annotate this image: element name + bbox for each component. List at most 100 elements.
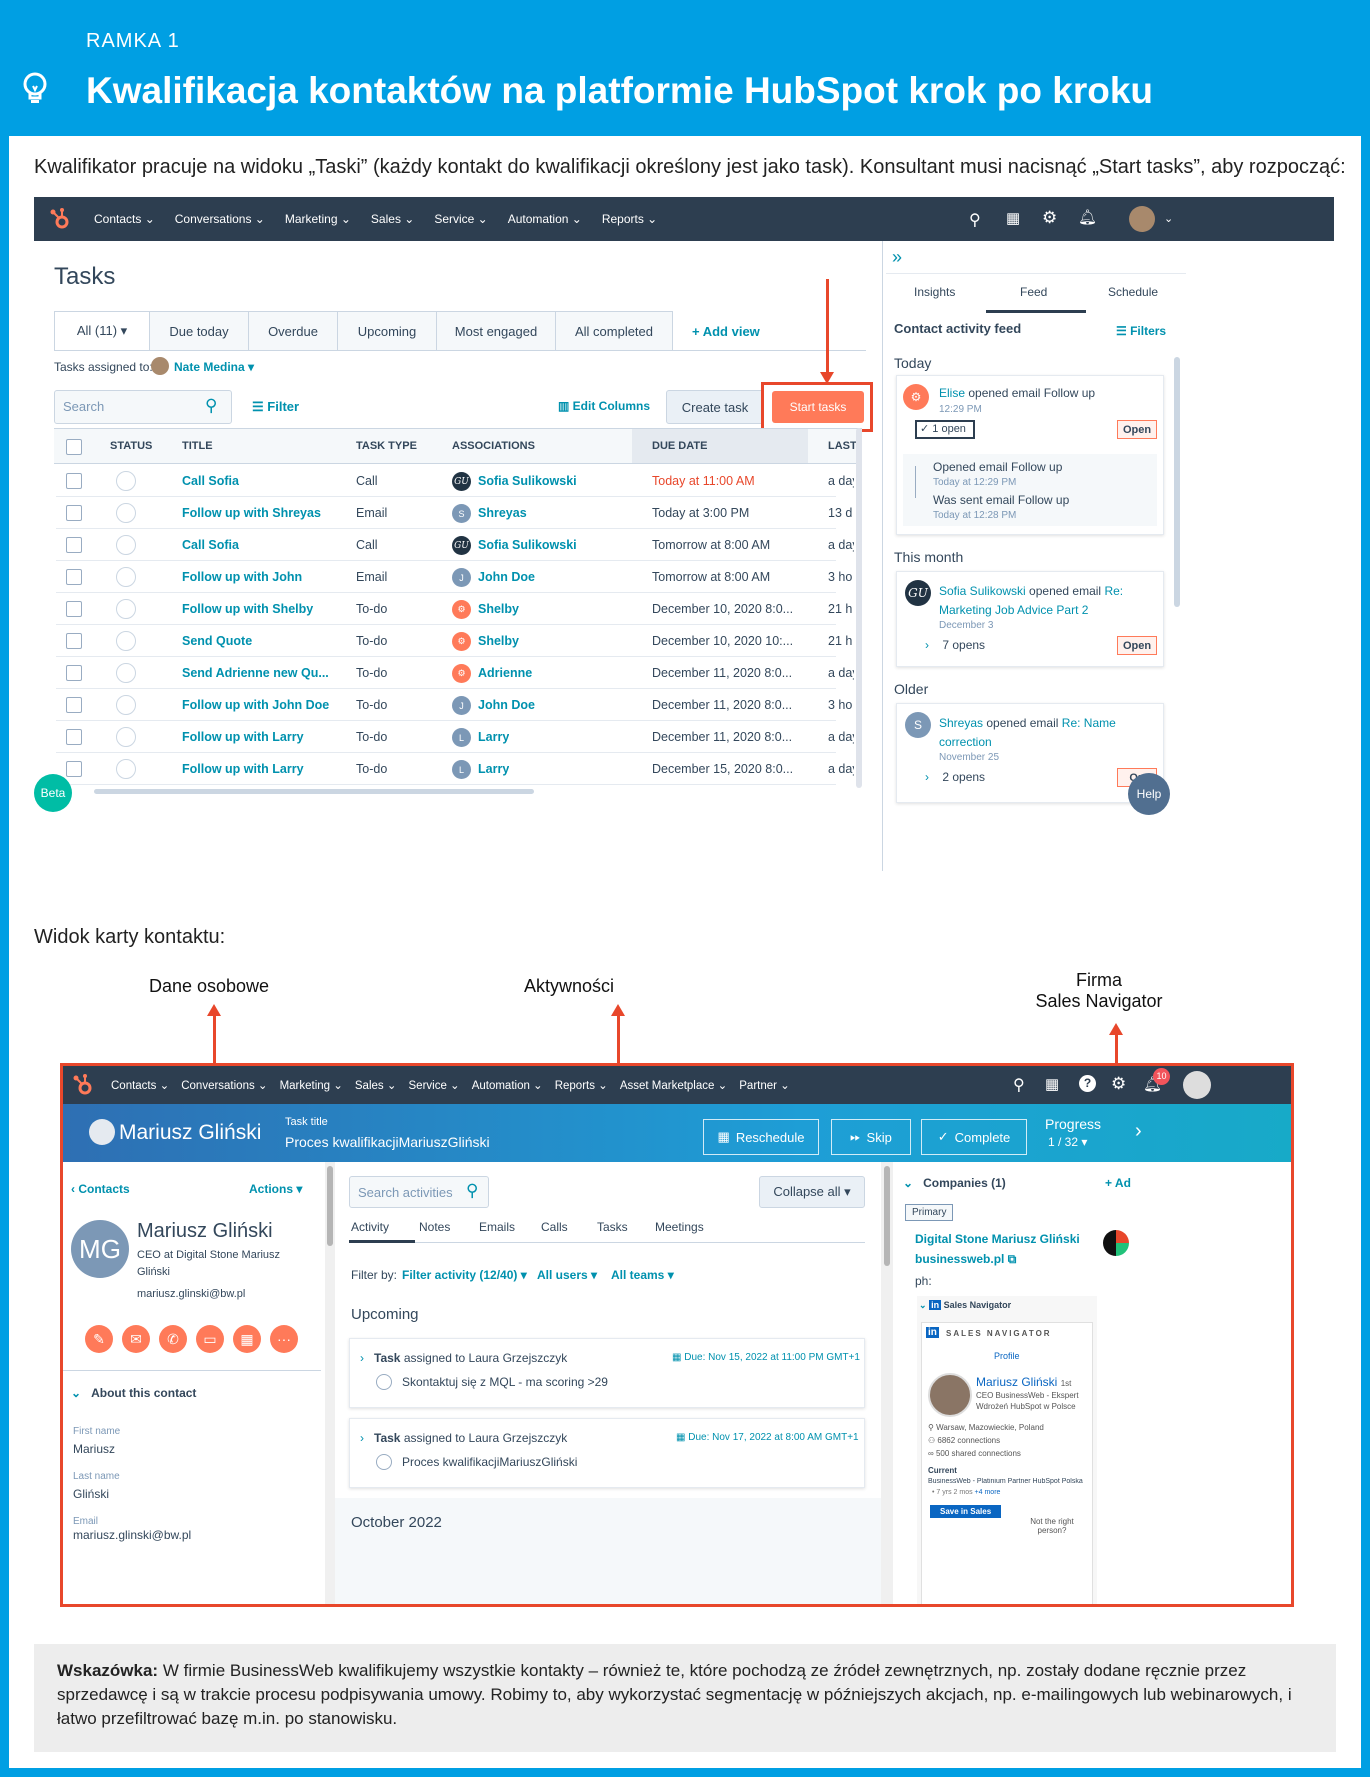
opens-toggle[interactable]: › 7 opens: [925, 638, 985, 652]
status-circle-icon[interactable]: [116, 535, 136, 555]
filter-activity-dropdown[interactable]: Filter activity (12/40) ▾: [402, 1268, 527, 1282]
chevron-right-icon[interactable]: ›: [1135, 1120, 1142, 1143]
row-checkbox[interactable]: [66, 569, 82, 585]
task-title-link[interactable]: Follow up with Shreyas: [182, 506, 352, 520]
association-link[interactable]: Adrienne: [478, 666, 532, 680]
task-title-link[interactable]: Follow up with Shelby: [182, 602, 352, 616]
activity-tab[interactable]: Tasks: [597, 1220, 628, 1234]
sales-nav-toggle[interactable]: ⌄ in Sales Navigator: [919, 1300, 1011, 1311]
task-title-link[interactable]: Send Adrienne new Qu...: [182, 666, 352, 680]
association-link[interactable]: Sofia Sulikowski: [478, 474, 577, 488]
email-field[interactable]: mariusz.glinski@bw.pl: [73, 1528, 191, 1542]
activity-tab[interactable]: Emails: [479, 1220, 515, 1234]
avatar[interactable]: [1129, 206, 1155, 232]
tab-view[interactable]: All completed: [555, 311, 673, 351]
task-title-link[interactable]: Follow up with Larry: [182, 730, 352, 744]
tab-view[interactable]: Overdue: [248, 311, 338, 351]
task-title-link[interactable]: Call Sofia: [182, 474, 352, 488]
opens-toggle[interactable]: › 2 opens: [925, 770, 985, 784]
status-circle-icon[interactable]: [116, 727, 136, 747]
status-circle-icon[interactable]: [116, 471, 136, 491]
nav-item[interactable]: Marketing ⌄: [285, 212, 351, 226]
complete-checkbox[interactable]: [376, 1454, 392, 1470]
search-icon[interactable]: ⚲: [969, 210, 981, 230]
profile-tab[interactable]: Profile: [994, 1351, 1020, 1361]
nav-item[interactable]: Sales ⌄: [371, 212, 414, 226]
task-title-link[interactable]: Follow up with John Doe: [182, 698, 352, 712]
status-circle-icon[interactable]: [116, 567, 136, 587]
double-chevron-right-icon[interactable]: »: [892, 247, 902, 268]
nav-item[interactable]: Service ⌄: [409, 1078, 460, 1092]
tab-view[interactable]: Most engaged: [436, 311, 556, 351]
task-card[interactable]: › Task assigned to Laura Grzejszczyk ▦ D…: [349, 1418, 865, 1488]
status-circle-icon[interactable]: [116, 599, 136, 619]
task-card[interactable]: › Task assigned to Laura Grzejszczyk ▦ D…: [349, 1338, 865, 1408]
more-icon[interactable]: ···: [270, 1325, 298, 1353]
nav-item[interactable]: Contacts ⌄: [111, 1078, 169, 1092]
bell-icon[interactable]: 🔔︎: [1078, 208, 1097, 226]
tab-view[interactable]: All (11) ▾: [54, 311, 150, 351]
nav-item[interactable]: Conversations ⌄: [175, 212, 265, 226]
task-icon[interactable]: ▭: [196, 1325, 224, 1353]
column-header[interactable]: ASSOCIATIONS: [452, 440, 535, 452]
create-task-button[interactable]: Create task: [666, 390, 764, 424]
last-name-field[interactable]: Gliński: [73, 1487, 109, 1501]
side-tab[interactable]: Feed: [1020, 285, 1047, 299]
phone-icon[interactable]: ✆: [159, 1325, 187, 1353]
opens-toggle[interactable]: ✓ 1 open: [915, 420, 975, 439]
association-link[interactable]: John Doe: [478, 698, 535, 712]
column-header[interactable]: LAST: [828, 440, 857, 452]
association-link[interactable]: Shelby: [478, 634, 519, 648]
association-link[interactable]: Shelby: [478, 602, 519, 616]
linkedin-profile-name[interactable]: Mariusz Gliński 1st: [976, 1375, 1071, 1389]
all-users-dropdown[interactable]: All users ▾: [537, 1268, 597, 1282]
task-title-link[interactable]: Follow up with Larry: [182, 762, 352, 776]
column-header[interactable]: DUE DATE: [652, 440, 707, 452]
status-circle-icon[interactable]: [116, 695, 136, 715]
horizontal-scrollbar[interactable]: [94, 789, 534, 794]
company-domain-link[interactable]: businessweb.pl ⧉: [915, 1252, 1016, 1267]
association-link[interactable]: Larry: [478, 730, 509, 744]
association-link[interactable]: John Doe: [478, 570, 535, 584]
row-checkbox[interactable]: [66, 473, 82, 489]
row-checkbox[interactable]: [66, 633, 82, 649]
gear-icon[interactable]: ⚙: [1042, 208, 1057, 228]
row-checkbox[interactable]: [66, 537, 82, 553]
note-icon[interactable]: ✎: [85, 1325, 113, 1353]
open-button[interactable]: Open: [1117, 636, 1157, 655]
assigned-user-dropdown[interactable]: Nate Medina ▾: [174, 360, 254, 374]
help-icon[interactable]: ?: [1079, 1075, 1096, 1092]
scrollbar[interactable]: [884, 1166, 890, 1266]
email-icon[interactable]: ✉: [122, 1325, 150, 1353]
add-company-link[interactable]: + Ad: [1105, 1176, 1131, 1190]
activity-tab[interactable]: Meetings: [655, 1220, 704, 1234]
start-tasks-button[interactable]: Start tasks: [772, 391, 864, 423]
column-header[interactable]: TASK TYPE: [356, 440, 417, 452]
add-view-link[interactable]: + Add view: [692, 324, 760, 339]
nav-item[interactable]: Sales ⌄: [355, 1078, 397, 1092]
task-title-link[interactable]: Call Sofia: [182, 538, 352, 552]
side-tab[interactable]: Schedule: [1108, 285, 1158, 299]
first-name-field[interactable]: Mariusz: [73, 1442, 115, 1456]
activity-tab[interactable]: Activity: [351, 1220, 389, 1234]
meeting-icon[interactable]: ▦: [233, 1325, 261, 1353]
row-checkbox[interactable]: [66, 697, 82, 713]
nav-item[interactable]: Marketing ⌄: [280, 1078, 343, 1092]
select-all-checkbox[interactable]: [66, 439, 82, 455]
tab-view[interactable]: Upcoming: [337, 311, 437, 351]
row-checkbox[interactable]: [66, 729, 82, 745]
about-contact-toggle[interactable]: ⌄ About this contact: [71, 1386, 196, 1400]
nav-item[interactable]: Automation ⌄: [472, 1078, 543, 1092]
nav-item[interactable]: Partner ⌄: [739, 1078, 790, 1092]
nav-item[interactable]: Contacts ⌄: [94, 212, 155, 226]
task-title-link[interactable]: Follow up with John: [182, 570, 352, 584]
edit-columns-button[interactable]: ▥ Edit Columns: [558, 399, 650, 413]
reschedule-button[interactable]: ▦ Reschedule: [703, 1119, 819, 1155]
nav-item[interactable]: Automation ⌄: [508, 212, 582, 226]
row-checkbox[interactable]: [66, 601, 82, 617]
avatar[interactable]: [1183, 1071, 1211, 1099]
nav-item[interactable]: Asset Marketplace ⌄: [620, 1078, 727, 1092]
collapse-all-button[interactable]: Collapse all ▾: [759, 1176, 865, 1208]
marketplace-icon[interactable]: ▦: [1045, 1075, 1059, 1093]
gear-icon[interactable]: ⚙: [1111, 1074, 1126, 1094]
